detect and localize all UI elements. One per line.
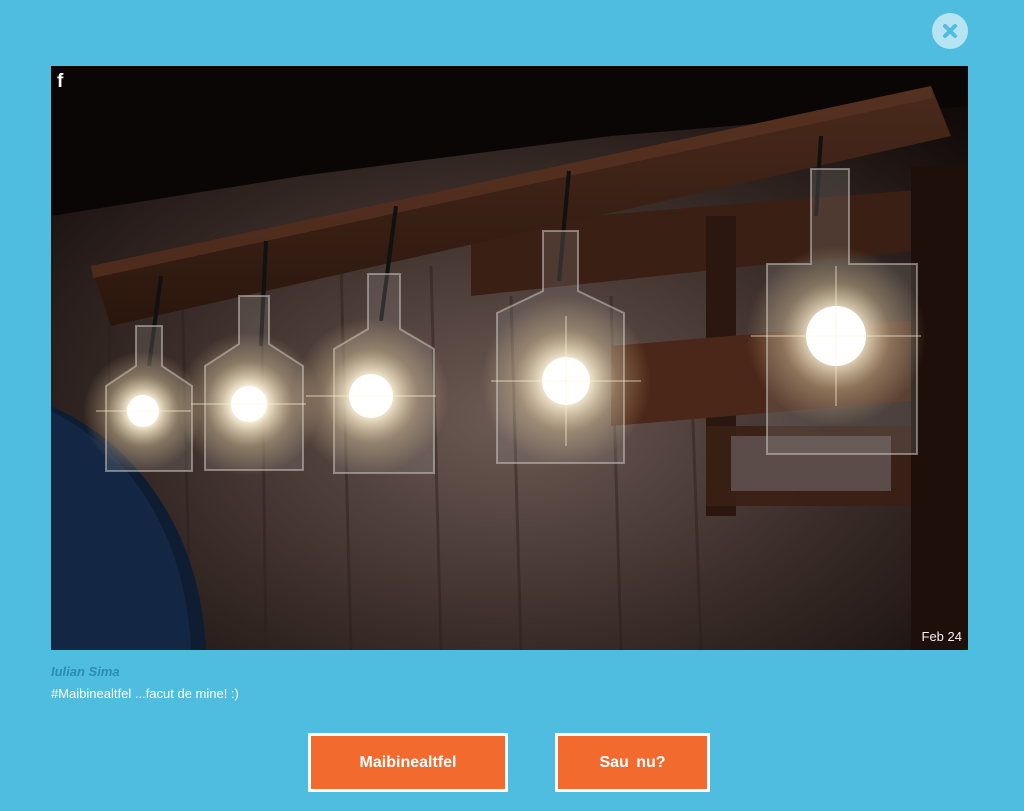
post-photo[interactable]: f Feb 24 xyxy=(51,66,968,650)
facebook-icon[interactable]: f xyxy=(57,72,71,92)
close-button[interactable] xyxy=(932,13,968,49)
vote-maibinealtfel-button[interactable]: Maibinealtfel xyxy=(308,733,508,792)
lamp-photo-image xyxy=(51,66,968,650)
photo-date: Feb 24 xyxy=(921,629,962,644)
close-icon xyxy=(942,23,958,39)
post-caption: #Maibinealtfel ...facut de mine! :) xyxy=(51,686,239,701)
vote-sau-nu-button[interactable]: Sau nu? xyxy=(555,733,710,792)
post-author[interactable]: Iulian Sima xyxy=(51,664,120,679)
